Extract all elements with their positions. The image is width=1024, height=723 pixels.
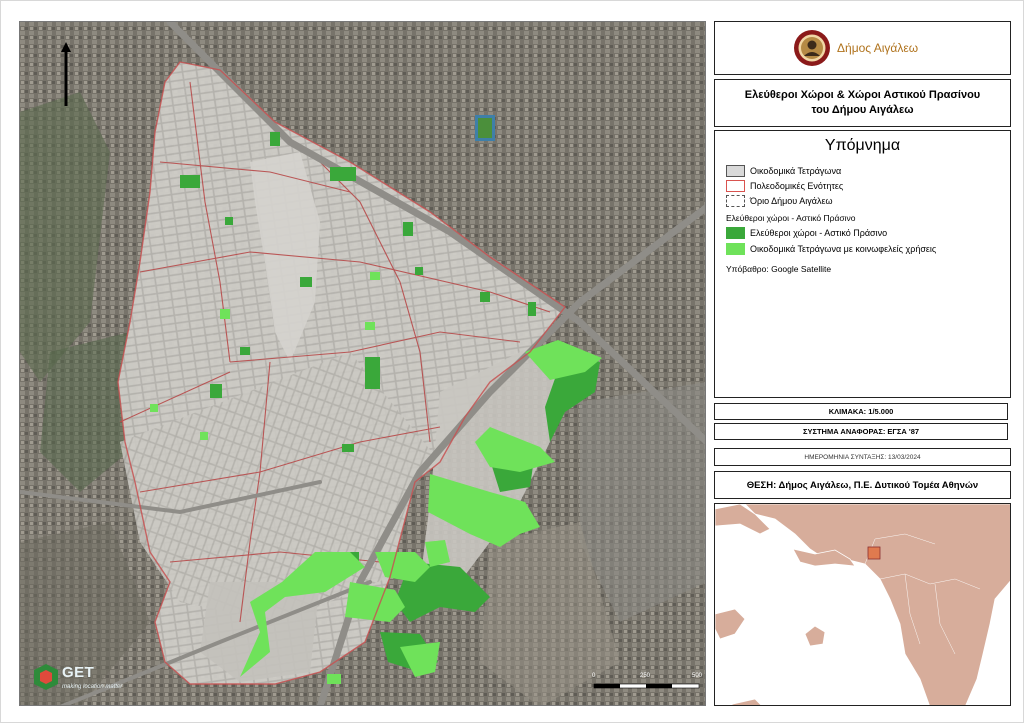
north-arrow-icon	[61, 42, 71, 106]
map-title-box: Ελεύθεροι Χώροι & Χώροι Αστικού Πρασίνου…	[714, 79, 1011, 127]
date-text: ΗΜΕΡΟΜΗΝΙΑ ΣΥΝΤΑΞΗΣ: 13/03/2024	[804, 453, 921, 461]
map-canvas	[20, 22, 705, 705]
crs-box: ΣΥΣΤΗΜΑ ΑΝΑΦΟΡΑΣ: ΕΓΣΑ '87	[714, 423, 1008, 440]
crs-text: ΣΥΣΤΗΜΑ ΑΝΑΦΟΡΑΣ: ΕΓΣΑ '87	[802, 427, 920, 436]
legend-swatch-districts	[726, 180, 745, 192]
scalebar-label-500: 500	[692, 673, 703, 679]
scale-box: ΚΛΙΜΑΚΑ: 1/5.000	[714, 403, 1008, 420]
map-layout-page: 0 250 500 GET making location matter Δήμ…	[0, 0, 1024, 723]
legend-group-title: Ελεύθεροι χώροι - Αστικό Πράσινο	[726, 213, 856, 223]
position-text: ΘΕΣΗ: Δήμος Αιγάλεω, Π.Ε. Δυτικού Τομέα …	[746, 479, 979, 491]
legend-item-public-blocks: Οικοδομικά Τετράγωνα με κοινωφελείς χρήσ…	[726, 242, 936, 256]
legend-swatch-blocks	[726, 165, 745, 177]
inset-map-canvas	[715, 504, 1010, 705]
legend-swatch-public-blocks	[726, 243, 745, 255]
location-inset-map[interactable]	[714, 503, 1011, 706]
map-title-line-1: Ελεύθεροι Χώροι & Χώροι Αστικού Πρασίνου	[744, 89, 981, 101]
legend-item-blocks: Οικοδομικά Τετράγωνα	[726, 164, 841, 178]
legend-label-boundary: Όριο Δήμου Αιγάλεω	[750, 196, 833, 206]
get-logo-tagline: making location matter	[62, 684, 123, 690]
get-logo-name: GET	[62, 664, 95, 681]
get-logo-icon	[34, 664, 58, 690]
legend-item-green-space: Ελεύθεροι χώροι - Αστικό Πράσινο	[726, 226, 887, 240]
get-logo: GET making location matter	[32, 662, 132, 698]
inset-location-highlight	[867, 546, 881, 560]
legend-label-green-space: Ελεύθεροι χώροι - Αστικό Πράσινο	[750, 228, 888, 238]
legend-label-blocks: Οικοδομικά Τετράγωνα	[750, 166, 842, 176]
map-title-line-2: του Δήμου Αιγάλεω	[811, 104, 914, 116]
position-box: ΘΕΣΗ: Δήμος Αιγάλεω, Π.Ε. Δυτικού Τομέα …	[714, 471, 1011, 499]
scale-bar: 0 250 500	[588, 670, 703, 698]
date-box: ΗΜΕΡΟΜΗΝΙΑ ΣΥΝΤΑΞΗΣ: 13/03/2024	[714, 448, 1011, 466]
legend-title: Υπόμνημα	[824, 137, 901, 154]
legend-box: Υπόμνημα Οικοδομικά Τετράγωνα Πολεοδομικ…	[714, 130, 1011, 398]
header-box: Δήμος Αιγάλεω	[714, 21, 1011, 75]
legend-label-public-blocks: Οικοδομικά Τετράγωνα με κοινωφελείς χρήσ…	[750, 244, 937, 254]
inset-landmass	[715, 504, 1010, 705]
legend-swatch-green-space	[726, 227, 745, 239]
legend-swatch-boundary	[726, 195, 745, 207]
scalebar-label-0: 0	[592, 673, 596, 679]
scale-text: ΚΛΙΜΑΚΑ: 1/5.000	[828, 407, 894, 416]
municipality-name: Δήμος Αιγάλεω	[837, 41, 919, 55]
legend-basemap: Υπόβαθρο: Google Satellite	[726, 264, 832, 274]
legend-label-districts: Πολεοδομικές Ενότητες	[750, 181, 844, 191]
scalebar-label-250: 250	[640, 673, 651, 679]
satellite-map[interactable]: 0 250 500 GET making location matter	[19, 21, 706, 706]
legend-item-districts: Πολεοδομικές Ενότητες	[726, 179, 843, 193]
municipality-seal-icon	[794, 30, 830, 66]
legend-item-boundary: Όριο Δήμου Αιγάλεω	[726, 194, 832, 208]
